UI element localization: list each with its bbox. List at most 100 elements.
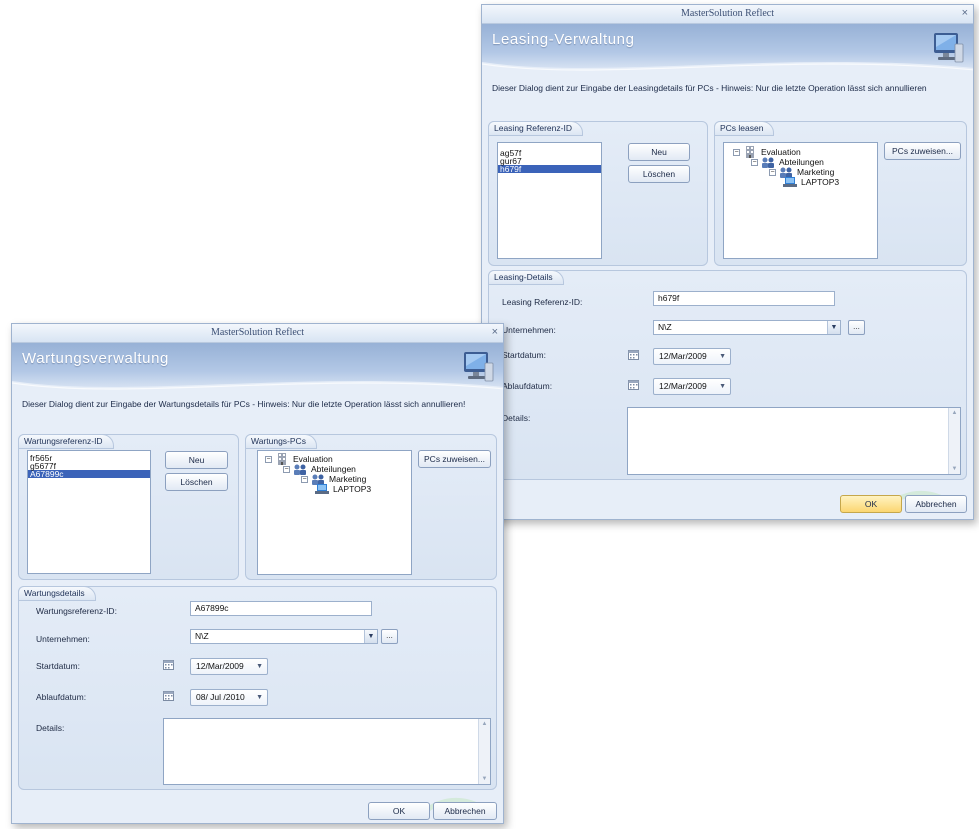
collapse-toggle[interactable]: − xyxy=(751,158,758,166)
chevron-down-icon[interactable]: ▼ xyxy=(827,321,840,334)
scroll-up-icon[interactable]: ▲ xyxy=(949,408,960,418)
pc-tree[interactable]: − Evaluation − Abteilungen − Marketing L… xyxy=(723,142,878,259)
id-group-title: Leasing Referenz-ID xyxy=(488,121,583,136)
banner-swoosh xyxy=(482,62,973,76)
company-select[interactable]: N\Z ▼ xyxy=(653,320,841,335)
details-group-title: Wartungsdetails xyxy=(18,586,96,601)
end-date-label: Ablaufdatum: xyxy=(36,692,87,702)
start-date-label: Startdatum: xyxy=(36,661,80,671)
calendar-icon[interactable] xyxy=(163,660,174,670)
pcs-group-title: Wartungs-PCs xyxy=(245,434,317,449)
id-listbox[interactable]: fr565r g5677f A67899c xyxy=(27,450,151,574)
laptop-icon xyxy=(783,177,797,187)
chevron-down-icon[interactable]: ▼ xyxy=(364,630,377,643)
chevron-down-icon[interactable]: ▼ xyxy=(256,690,263,705)
tree-node-laptop3[interactable]: LAPTOP3 xyxy=(315,483,371,495)
banner: Wartungsverwaltung xyxy=(12,343,503,395)
window-title: MasterSolution Reflect xyxy=(680,8,775,19)
details-group: Leasing-Details Leasing Referenz-ID: h67… xyxy=(488,270,967,480)
details-scrollbar[interactable]: ▲ ▼ xyxy=(478,719,490,784)
computer-monitor-icon xyxy=(464,352,494,382)
end-date-picker[interactable]: 08/ Jul /2010 ▼ xyxy=(190,689,268,706)
company-value: N\Z xyxy=(195,631,209,641)
maintenance-dialog: MasterSolution Reflect × Wartungsverwalt… xyxy=(11,323,504,824)
list-item-selected[interactable]: h679f xyxy=(498,165,601,173)
hint-text: Dieser Dialog dient zur Eingabe der Wart… xyxy=(22,399,466,409)
collapse-toggle[interactable]: − xyxy=(301,475,308,483)
new-button[interactable]: Neu xyxy=(628,143,690,161)
ref-id-input[interactable]: A67899c xyxy=(190,601,372,616)
close-button[interactable]: × xyxy=(492,324,498,342)
collapse-toggle[interactable]: − xyxy=(283,465,290,473)
start-date-label: Startdatum: xyxy=(502,350,546,360)
delete-button[interactable]: Löschen xyxy=(628,165,690,183)
ok-button[interactable]: OK xyxy=(368,802,430,820)
tree-label: LAPTOP3 xyxy=(333,484,372,494)
title-bar[interactable]: MasterSolution Reflect × xyxy=(482,5,973,24)
ok-button[interactable]: OK xyxy=(840,495,902,513)
scroll-down-icon[interactable]: ▼ xyxy=(479,774,490,784)
leasing-dialog: MasterSolution Reflect × Leasing-Verwalt… xyxy=(481,4,974,520)
banner-swoosh xyxy=(12,381,503,395)
delete-button[interactable]: Löschen xyxy=(165,473,228,491)
company-label: Unternehmen: xyxy=(36,634,90,644)
pc-tree[interactable]: − Evaluation − Abteilungen − Marketing L… xyxy=(257,450,412,575)
new-button[interactable]: Neu xyxy=(165,451,228,469)
start-date-value: 12/Mar/2009 xyxy=(196,661,244,671)
window-title: MasterSolution Reflect xyxy=(210,327,305,338)
close-button[interactable]: × xyxy=(962,5,968,23)
title-bar[interactable]: MasterSolution Reflect × xyxy=(12,324,503,343)
details-group-title: Leasing-Details xyxy=(488,270,564,285)
chevron-down-icon[interactable]: ▼ xyxy=(719,379,726,394)
tree-label: LAPTOP3 xyxy=(801,177,840,187)
collapse-toggle[interactable]: − xyxy=(769,168,776,176)
ref-id-label: Leasing Referenz-ID: xyxy=(502,297,583,307)
calendar-icon[interactable] xyxy=(163,691,174,701)
start-date-picker[interactable]: 12/Mar/2009 ▼ xyxy=(653,348,731,365)
scroll-down-icon[interactable]: ▼ xyxy=(949,464,960,474)
assign-pcs-button[interactable]: PCs zuweisen... xyxy=(418,450,491,468)
chevron-down-icon[interactable]: ▼ xyxy=(719,349,726,364)
details-group: Wartungsdetails Wartungsreferenz-ID: A67… xyxy=(18,586,497,790)
chevron-down-icon[interactable]: ▼ xyxy=(256,659,263,674)
company-label: Unternehmen: xyxy=(502,325,556,335)
company-select[interactable]: N\Z ▼ xyxy=(190,629,378,644)
company-browse-button[interactable]: ... xyxy=(381,629,398,644)
calendar-icon[interactable] xyxy=(628,380,639,390)
collapse-toggle[interactable]: − xyxy=(265,455,272,463)
cancel-button[interactable]: Abbrechen xyxy=(433,802,497,820)
collapse-toggle[interactable]: − xyxy=(733,148,740,156)
id-group-title: Wartungsreferenz-ID xyxy=(18,434,114,449)
laptop-icon xyxy=(315,484,329,494)
list-item-selected[interactable]: A67899c xyxy=(28,470,150,478)
end-date-picker[interactable]: 12/Mar/2009 ▼ xyxy=(653,378,731,395)
ref-id-label: Wartungsreferenz-ID: xyxy=(36,606,117,616)
details-textarea[interactable]: ▲ ▼ xyxy=(163,718,491,785)
id-group: Wartungsreferenz-ID fr565r g5677f A67899… xyxy=(18,434,239,580)
banner-title: Wartungsverwaltung xyxy=(22,350,169,367)
start-date-value: 12/Mar/2009 xyxy=(659,351,707,361)
details-label: Details: xyxy=(502,413,531,423)
tree-node-laptop3[interactable]: LAPTOP3 xyxy=(783,176,839,188)
start-date-picker[interactable]: 12/Mar/2009 ▼ xyxy=(190,658,268,675)
end-date-value: 12/Mar/2009 xyxy=(659,381,707,391)
ref-id-input[interactable]: h679f xyxy=(653,291,835,306)
company-value: N\Z xyxy=(658,322,672,332)
details-textarea[interactable]: ▲ ▼ xyxy=(627,407,961,475)
scroll-up-icon[interactable]: ▲ xyxy=(479,719,490,729)
pcs-group: Wartungs-PCs − Evaluation − Abteilungen xyxy=(245,434,497,580)
company-browse-button[interactable]: ... xyxy=(848,320,865,335)
id-group: Leasing Referenz-ID ag57f gur67 h679f Ne… xyxy=(488,121,708,266)
pcs-group: PCs leasen − Evaluation − Abteilungen − … xyxy=(714,121,967,266)
assign-pcs-button[interactable]: PCs zuweisen... xyxy=(884,142,961,160)
details-scrollbar[interactable]: ▲ ▼ xyxy=(948,408,960,474)
banner: Leasing-Verwaltung xyxy=(482,24,973,76)
calendar-icon[interactable] xyxy=(628,350,639,360)
pcs-group-title: PCs leasen xyxy=(714,121,775,136)
end-date-label: Ablaufdatum: xyxy=(502,381,553,391)
id-listbox[interactable]: ag57f gur67 h679f xyxy=(497,142,602,259)
cancel-button[interactable]: Abbrechen xyxy=(905,495,967,513)
computer-monitor-icon xyxy=(934,33,964,63)
banner-title: Leasing-Verwaltung xyxy=(492,31,635,48)
details-label: Details: xyxy=(36,723,65,733)
